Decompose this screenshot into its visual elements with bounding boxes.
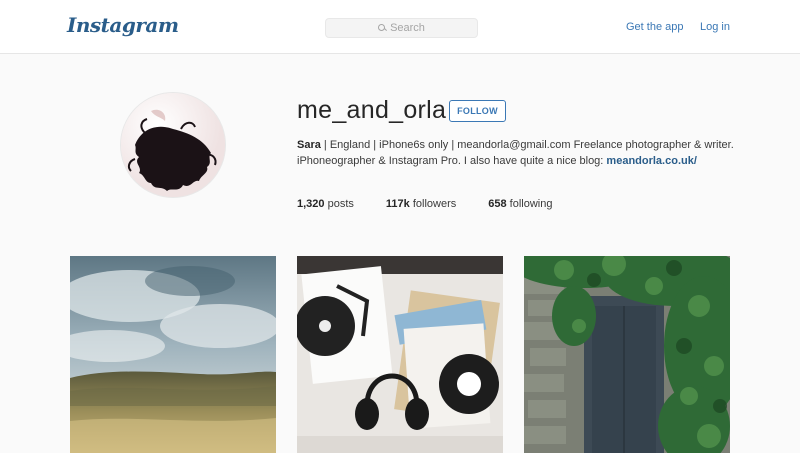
profile-stats: 1,320 posts 117k followers 658 following	[297, 198, 584, 210]
followers-count: 117k	[385, 198, 410, 210]
instagram-logo[interactable]: Instagram	[67, 13, 179, 37]
avatar-image	[121, 93, 225, 197]
profile-bio: Sara | England | iPhone6s only | meandor…	[297, 137, 737, 169]
moorland-photo	[70, 256, 276, 453]
vinyl-photo	[297, 256, 503, 453]
post-thumbnail-vinyl[interactable]	[297, 256, 503, 453]
top-bar: Instagram Search Get the app Log in	[0, 0, 800, 54]
search-icon	[378, 24, 386, 32]
follow-button[interactable]: FOLLOW	[449, 100, 506, 122]
website-link[interactable]: meandorla.co.uk/	[606, 155, 696, 167]
login-link[interactable]: Log in	[700, 21, 730, 33]
post-thumbnail-ivy-door[interactable]	[524, 256, 730, 453]
post-thumbnail-moorland[interactable]	[70, 256, 276, 453]
ivy-door-photo	[524, 256, 730, 453]
stat-posts: 1,320 posts	[297, 198, 354, 210]
get-app-link[interactable]: Get the app	[626, 21, 684, 33]
stat-following[interactable]: 658 following	[488, 198, 552, 210]
posts-count: 1,320	[297, 198, 325, 210]
search-placeholder: Search	[390, 22, 425, 34]
profile-name: Sara	[297, 139, 321, 151]
following-label: following	[509, 198, 553, 210]
following-count: 658	[488, 198, 507, 210]
profile-username: me_and_orla	[297, 96, 447, 124]
followers-label: followers	[412, 198, 457, 210]
stat-followers[interactable]: 117k followers	[386, 198, 456, 210]
posts-label: posts	[327, 198, 354, 210]
search-input[interactable]: Search	[325, 18, 478, 38]
avatar[interactable]	[120, 92, 226, 198]
